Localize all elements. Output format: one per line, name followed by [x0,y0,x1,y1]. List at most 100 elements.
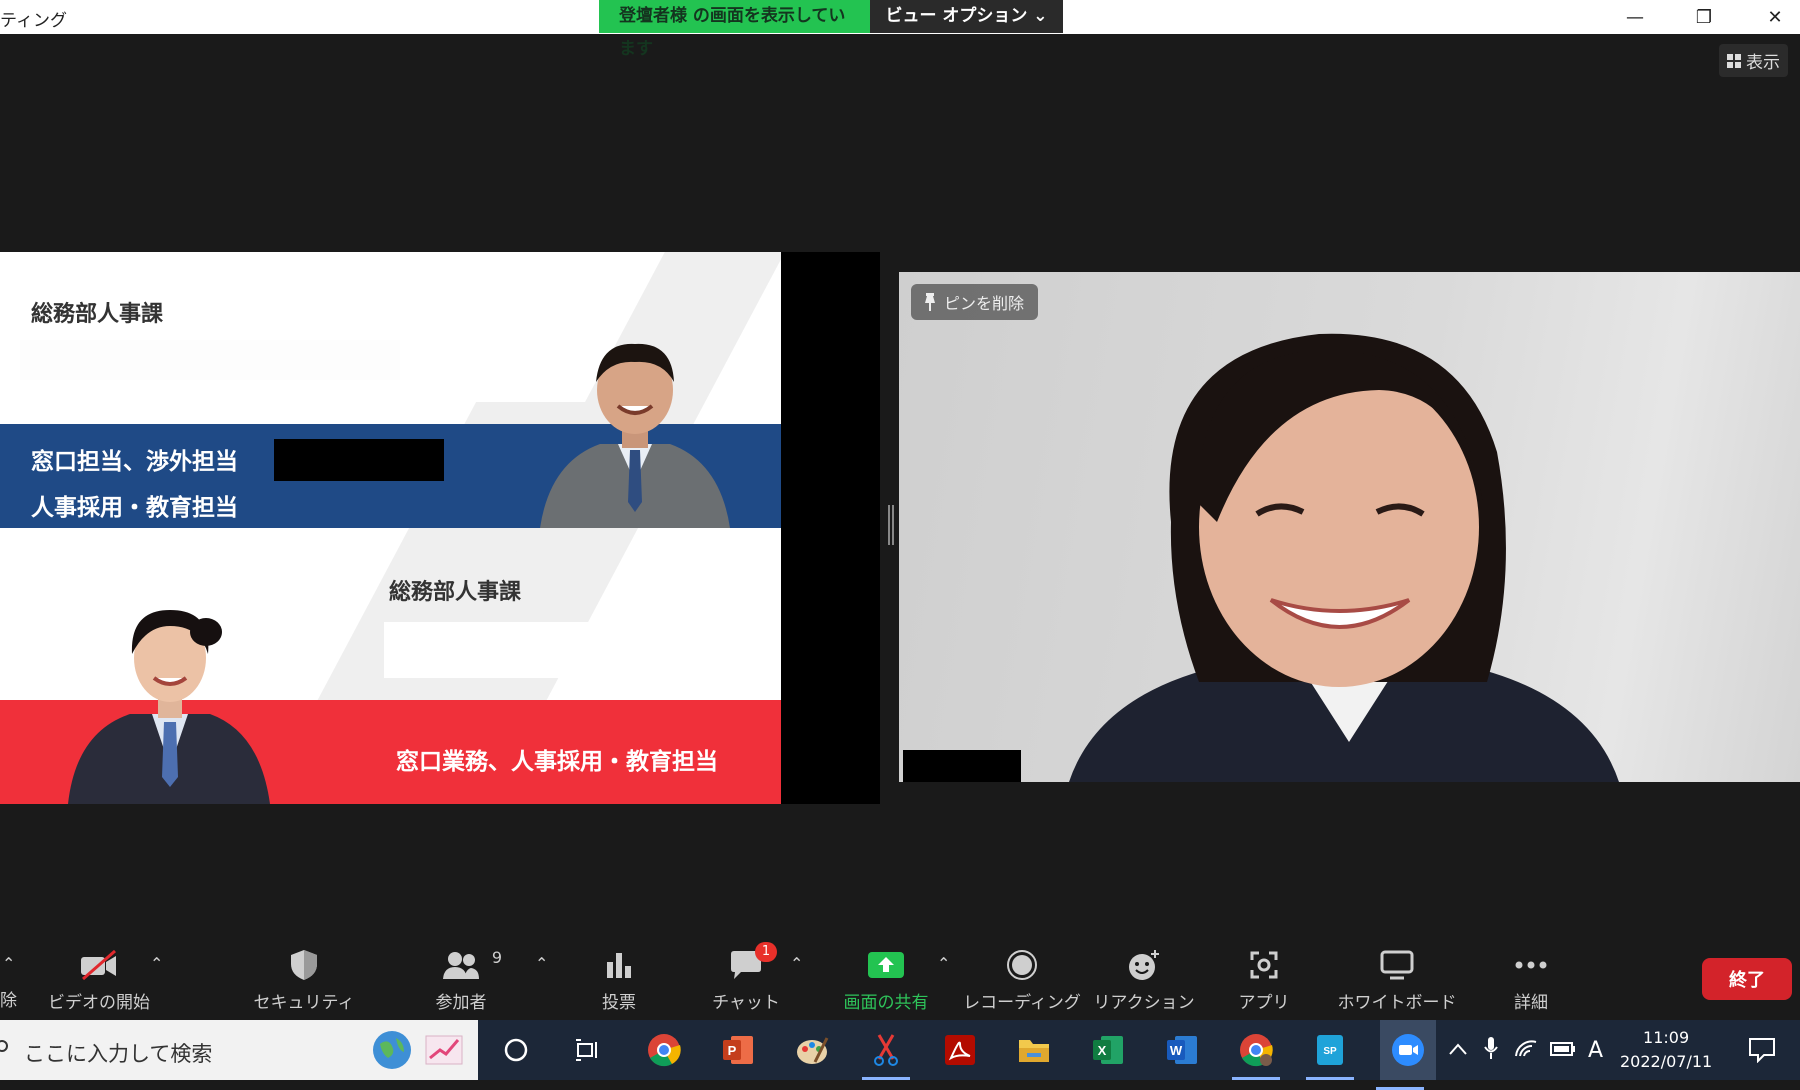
whiteboard-label: ホワイトボード [1337,993,1457,1013]
unpin-label: ピンを削除 [944,294,1025,313]
file-explorer-icon [1019,1040,1049,1062]
chevron-up-icon [1449,1042,1467,1055]
search-placeholder: ここに入力して検索 [24,1042,213,1066]
record-button[interactable]: レコーディング [962,946,1082,1013]
restore-button[interactable]: ❐ [1681,0,1727,34]
apps-icon [1250,951,1278,979]
notification-icon [1749,1038,1775,1063]
share-options-caret[interactable]: ⌃ [937,954,950,973]
zoom-button[interactable] [1376,1020,1436,1090]
unpin-button[interactable]: ピンを削除 [911,284,1039,320]
taskbar-clock[interactable]: 11:09 2022/07/11 [1620,1026,1712,1074]
participant-video-tile[interactable]: ピンを削除 [899,272,1800,782]
whiteboard-button[interactable]: ホワイトボード [1337,946,1457,1013]
chrome-profile-button[interactable] [1232,1030,1280,1080]
word-icon: W [1167,1036,1197,1064]
video-off-icon [81,950,116,980]
more-button[interactable]: 詳細 [1471,946,1591,1013]
more-icon [1515,961,1547,969]
svg-text:P: P [728,1043,737,1058]
share-status-text: 登壇者様 の画面を表示しています [599,0,870,59]
svg-text:X: X [1098,1043,1107,1058]
snipping-tool-button[interactable] [862,1030,910,1080]
window-title: ティング [0,11,67,31]
meeting-toolbar: 除 ⌃ ビデオの開始 ⌃ セキュリティ 9 参加者 ⌃ 投票 1 チャット ⌃ … [0,940,1800,1020]
poll-button[interactable]: 投票 [559,946,679,1013]
apps-button[interactable]: アプリ [1204,946,1324,1013]
participants-button[interactable]: 9 参加者 [401,946,521,1013]
battery-tray[interactable] [1550,1041,1576,1060]
view-layout-label: 表示 [1746,53,1780,73]
audio-options-caret[interactable]: ⌃ [2,954,15,973]
participant-count: 9 [491,948,502,967]
chat-button[interactable]: 1 チャット [686,942,806,1013]
share-banner: 登壇者様 の画面を表示しています ビュー オプション ⌄ [599,0,1063,59]
snipping-icon [874,1034,898,1066]
minimize-button[interactable]: — [1612,0,1658,34]
chrome-profile-icon [1240,1034,1273,1067]
participant-name-redacted [903,750,1021,782]
security-button[interactable]: セキュリティ [244,946,364,1013]
task-view-button[interactable] [568,1030,608,1070]
system-tray: A [1448,1020,1603,1080]
chrome-icon [648,1034,681,1067]
shared-screen: 総務部人事課 窓口担当、渉外担当 人事採用・教育担当 総務部人事課 窓口業務、人… [0,252,880,804]
title-bar: ティング 登壇者様 の画面を表示しています ビュー オプション ⌄ — ❐ ✕ [0,0,1800,59]
grid-icon [1727,53,1741,68]
view-options-button[interactable]: ビュー オプション ⌄ [870,0,1063,33]
acrobat-button[interactable] [940,1030,980,1070]
video-options-caret[interactable]: ⌃ [150,954,163,973]
close-button[interactable]: ✕ [1752,0,1798,34]
excel-icon: X [1093,1036,1123,1064]
chart-sticker-icon [425,1035,463,1065]
end-meeting-button[interactable]: 終了 [1702,958,1792,1000]
security-label: セキュリティ [253,993,355,1013]
paint-button[interactable] [792,1030,832,1070]
redacted-name-top [20,340,400,380]
clock-date: 2022/07/11 [1620,1052,1713,1071]
microphone-icon [1484,1037,1498,1059]
slide-role-bottom: 窓口業務、人事採用・教育担当 [396,749,718,775]
start-video-label: ビデオの開始 [48,993,150,1013]
poll-icon [607,953,631,978]
show-hidden-icons-button[interactable] [1448,1041,1468,1060]
close-icon: ✕ [1767,6,1783,28]
taskbar-search[interactable]: ここに入力して検索 [0,1020,478,1080]
participants-icon [443,952,479,979]
microphone-tray[interactable] [1484,1036,1498,1064]
file-explorer-button[interactable] [1014,1030,1054,1070]
slide-role-top-1: 窓口担当、渉外担当 [31,449,238,475]
chat-unread-badge: 1 [755,942,777,962]
shared-slide: 総務部人事課 窓口担当、渉外担当 人事採用・教育担当 総務部人事課 窓口業務、人… [0,252,781,804]
share-screen-button[interactable]: 画面の共有 [826,946,946,1013]
participants-options-caret[interactable]: ⌃ [535,954,548,973]
excel-button[interactable]: X [1088,1030,1128,1070]
word-button[interactable]: W [1162,1030,1202,1070]
slide-dept-top: 総務部人事課 [31,302,164,327]
staff-photo-female [60,592,280,804]
apps-label: アプリ [1238,993,1290,1013]
split-view-handle[interactable] [888,505,894,545]
windows-taskbar: ここに入力して検索 P X W SP A 11:09 2022/07/11 [0,1020,1800,1090]
chrome-button[interactable] [644,1030,684,1070]
ime-indicator[interactable]: A [1588,1038,1603,1063]
notification-center-button[interactable] [1742,1030,1782,1070]
start-video-button[interactable]: ビデオの開始 [39,946,159,1013]
audio-label-partial[interactable]: 除 [0,986,17,1011]
sharepoint-button[interactable]: SP [1306,1030,1354,1080]
chat-options-caret[interactable]: ⌃ [790,954,803,973]
paint-icon [797,1037,829,1064]
cortana-button[interactable] [496,1030,536,1070]
view-layout-button[interactable]: 表示 [1719,44,1788,77]
minimize-icon: — [1626,6,1644,28]
chat-label: チャット [712,993,780,1013]
powerpoint-button[interactable]: P [718,1030,758,1070]
clock-time: 11:09 [1643,1028,1690,1047]
restore-icon: ❐ [1695,6,1713,28]
reactions-button[interactable]: リアクション [1084,946,1204,1013]
redacted-box [274,439,444,481]
svg-text:SP: SP [1323,1046,1337,1057]
network-tray[interactable] [1514,1038,1538,1062]
participant-video [1069,333,1619,782]
pin-icon [925,293,935,311]
